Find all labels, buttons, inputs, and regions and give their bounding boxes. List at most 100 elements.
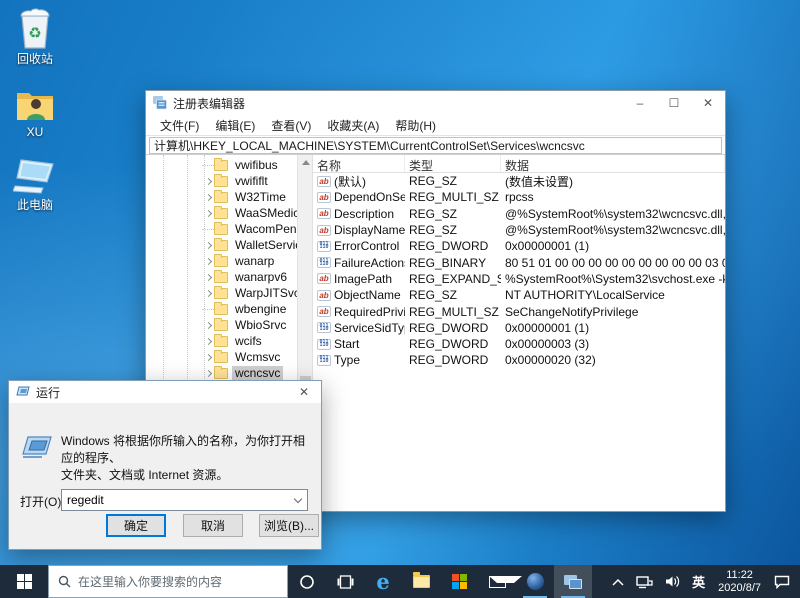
minimize-button[interactable]: – (623, 91, 657, 115)
expand-chevron-icon[interactable] (202, 179, 214, 184)
value-name: Description (334, 207, 394, 221)
registry-value-row[interactable]: ab(默认)REG_SZ(数值未设置) (313, 173, 725, 189)
tree-item[interactable]: wanarp (146, 253, 297, 269)
combo-dropdown-icon[interactable] (289, 499, 307, 502)
cancel-button[interactable]: 取消 (183, 514, 243, 537)
column-header-data[interactable]: 数据 (501, 155, 725, 172)
tree-item[interactable]: wanarpv6 (146, 269, 297, 285)
registry-value-row[interactable]: abDependOnSer...REG_MULTI_SZrpcss (313, 189, 725, 205)
menu-edit[interactable]: 编辑(E) (207, 115, 263, 136)
ok-button[interactable]: 确定 (106, 514, 166, 537)
tree-item[interactable]: wcifs (146, 333, 297, 349)
expand-chevron-icon[interactable] (202, 211, 214, 216)
close-button[interactable]: ✕ (691, 91, 725, 115)
run-command-input[interactable]: regedit (62, 493, 289, 507)
column-header-type[interactable]: 类型 (405, 155, 501, 172)
tree-item[interactable]: wcncsvc (146, 365, 297, 381)
registry-value-row[interactable]: 011110TypeREG_DWORD0x00000020 (32) (313, 352, 725, 368)
run-title-icon (16, 386, 30, 398)
tree-item[interactable]: vwifibus (146, 157, 297, 173)
tree-item[interactable]: WaaSMedicS (146, 205, 297, 221)
browse-button[interactable]: 浏览(B)... (259, 514, 319, 537)
file-explorer-icon (413, 575, 430, 588)
taskbar-clock[interactable]: 11:22 2020/8/7 (711, 569, 768, 595)
expand-chevron-icon[interactable] (202, 275, 214, 280)
regedit-taskbar-button[interactable] (554, 565, 592, 598)
tree-item[interactable]: W32Time (146, 189, 297, 205)
registry-addressbar: 计算机\HKEY_LOCAL_MACHINE\SYSTEM\CurrentCon… (146, 136, 725, 155)
clock-date: 2020/8/7 (718, 582, 761, 595)
tree-item-label: wcncsvc (232, 366, 283, 380)
regedit-app-icon (153, 96, 167, 110)
tree-item[interactable]: WbioSrvc (146, 317, 297, 333)
run-command-combobox[interactable]: regedit (61, 489, 308, 511)
cortana-button[interactable] (288, 565, 326, 598)
hidden-icons-button[interactable] (606, 565, 630, 598)
value-name: FailureActions (334, 256, 405, 270)
value-type: REG_SZ (405, 207, 501, 221)
value-name-cell: abDescription (313, 207, 405, 221)
menu-help[interactable]: 帮助(H) (387, 115, 444, 136)
registry-value-row[interactable]: 011110FailureActionsREG_BINARY80 51 01 0… (313, 254, 725, 270)
folder-icon (214, 208, 228, 219)
run-close-button[interactable]: ✕ (287, 381, 321, 403)
tree-item[interactable]: WarpJITSvc (146, 285, 297, 301)
tree-item[interactable]: WalletService (146, 237, 297, 253)
desktop-icon-this-pc[interactable]: 此电脑 (6, 152, 64, 212)
language-indicator[interactable]: 英 (686, 565, 711, 598)
run-dialog-title: 运行 (36, 384, 287, 401)
mail-button[interactable] (478, 565, 516, 598)
menu-view[interactable]: 查看(V) (263, 115, 319, 136)
maximize-button[interactable]: ☐ (657, 91, 691, 115)
registry-value-row[interactable]: 011110ErrorControlREG_DWORD0x00000001 (1… (313, 238, 725, 254)
tree-item-label: WbioSrvc (232, 318, 289, 332)
network-tray-button[interactable] (630, 565, 659, 598)
menu-favorites[interactable]: 收藏夹(A) (319, 115, 387, 136)
desktop-icon-user-folder[interactable]: XU (6, 79, 64, 139)
address-input[interactable]: 计算机\HKEY_LOCAL_MACHINE\SYSTEM\CurrentCon… (149, 137, 722, 154)
expand-chevron-icon[interactable] (202, 291, 214, 296)
registry-value-row[interactable]: abRequiredPrivile...REG_MULTI_SZSeChange… (313, 303, 725, 319)
tree-item[interactable]: vwififlt (146, 173, 297, 189)
expand-chevron-icon[interactable] (202, 355, 214, 360)
taskbar-search-box[interactable]: 在这里输入你要搜索的内容 (48, 565, 288, 598)
registry-value-row[interactable]: abDisplayNameREG_SZ@%SystemRoot%\system3… (313, 222, 725, 238)
value-name-cell: 011110Type (313, 353, 405, 367)
column-header-name[interactable]: 名称 (313, 155, 405, 172)
menu-file[interactable]: 文件(F) (152, 115, 207, 136)
expand-chevron-icon[interactable] (202, 195, 214, 200)
system-tray: 英 11:22 2020/8/7 (606, 565, 800, 598)
run-titlebar[interactable]: 运行 ✕ (9, 381, 321, 403)
string-value-icon: ab (317, 290, 331, 301)
task-view-button[interactable] (326, 565, 364, 598)
registry-titlebar[interactable]: 注册表编辑器 – ☐ ✕ (146, 91, 725, 115)
tree-item[interactable]: WacomPen (146, 221, 297, 237)
tree-item[interactable]: wbengine (146, 301, 297, 317)
registry-value-row[interactable]: abImagePathREG_EXPAND_SZ%SystemRoot%\Sys… (313, 271, 725, 287)
tree-item[interactable]: Wcmsvc (146, 349, 297, 365)
registry-value-row[interactable]: abDescriptionREG_SZ@%SystemRoot%\system3… (313, 206, 725, 222)
expand-chevron-icon[interactable] (202, 323, 214, 328)
expand-chevron-icon[interactable] (202, 371, 214, 376)
registry-value-row[interactable]: 011110ServiceSidTypeREG_DWORD0x00000001 … (313, 320, 725, 336)
registry-value-row[interactable]: abObjectNameREG_SZNT AUTHORITY\LocalServ… (313, 287, 725, 303)
value-data: NT AUTHORITY\LocalService (501, 288, 725, 302)
desktop-icon-recycle-bin[interactable]: ♻ 回收站 (6, 6, 64, 66)
svg-text:♻: ♻ (28, 25, 41, 42)
microsoft-store-button[interactable] (440, 565, 478, 598)
expand-chevron-icon[interactable] (202, 259, 214, 264)
expand-chevron-icon[interactable] (202, 243, 214, 248)
edge-button[interactable]: e (364, 565, 402, 598)
dword-value-icon: 011110 (317, 322, 331, 333)
value-type: REG_SZ (405, 288, 501, 302)
edge-icon: e (376, 569, 389, 594)
value-data: %SystemRoot%\System32\svchost.exe -k Loc… (501, 272, 725, 286)
registry-value-row[interactable]: 011110StartREG_DWORD0x00000003 (3) (313, 336, 725, 352)
file-explorer-button[interactable] (402, 565, 440, 598)
expand-chevron-icon[interactable] (202, 339, 214, 344)
scroll-up-icon[interactable] (302, 160, 310, 165)
action-center-button[interactable] (768, 565, 796, 598)
start-button[interactable] (0, 565, 48, 598)
volume-tray-button[interactable] (659, 565, 686, 598)
security-app-button[interactable] (516, 565, 554, 598)
